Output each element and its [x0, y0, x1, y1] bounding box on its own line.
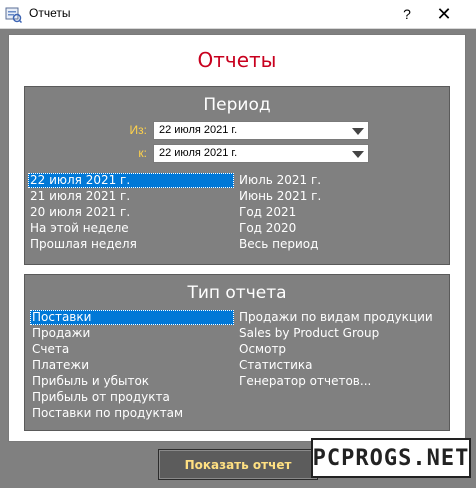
- window-title: Отчеты: [29, 6, 71, 20]
- period-item[interactable]: Июнь 2021 г.: [237, 189, 443, 204]
- close-button[interactable]: ✕: [424, 2, 464, 26]
- report-type-item[interactable]: Поставки по продуктам: [30, 406, 234, 421]
- period-item[interactable]: Год 2021: [237, 205, 443, 220]
- to-date-value: 22 июля 2021 г.: [159, 147, 238, 159]
- period-item[interactable]: На этой неделе: [28, 221, 234, 236]
- report-type-item[interactable]: Прибыль и убыток: [30, 374, 234, 389]
- report-type-item[interactable]: Платежи: [30, 358, 234, 373]
- period-item[interactable]: 20 июля 2021 г.: [28, 205, 234, 220]
- report-type-item[interactable]: Продажи: [30, 326, 234, 341]
- to-label: к:: [138, 146, 147, 160]
- report-type-item[interactable]: Sales by Product Group: [237, 326, 443, 341]
- reports-main-area: Отчеты Период Из: 22 июля 2021 г. к: 22 …: [8, 34, 466, 442]
- report-type-item[interactable]: Поставки: [30, 310, 234, 325]
- chevron-down-icon[interactable]: [352, 151, 364, 158]
- chevron-down-icon[interactable]: [352, 128, 364, 135]
- from-label: Из:: [129, 123, 147, 137]
- period-title: Период: [203, 95, 271, 115]
- report-type-panel: Тип отчета Поставки Продажи Счета Платеж…: [24, 274, 450, 431]
- period-item[interactable]: Год 2020: [237, 221, 443, 236]
- period-item[interactable]: Весь период: [237, 237, 443, 252]
- page-title: Отчеты: [197, 48, 277, 72]
- report-type-item[interactable]: Прибыль от продукта: [30, 390, 234, 405]
- report-type-item[interactable]: Продажи по видам продукции: [237, 310, 443, 325]
- period-item[interactable]: Июль 2021 г.: [237, 173, 443, 188]
- help-button[interactable]: ?: [387, 2, 427, 26]
- reports-window: Отчеты ? ✕ Отчеты Период Из: 22 июля 202…: [0, 0, 476, 488]
- watermark-logo: PCPROGS.NET: [311, 438, 471, 478]
- from-date-value: 22 июля 2021 г.: [159, 124, 238, 136]
- close-icon: ✕: [436, 3, 452, 24]
- report-type-item[interactable]: Счета: [30, 342, 234, 357]
- report-type-item[interactable]: Генератор отчетов...: [237, 374, 443, 389]
- period-item[interactable]: 22 июля 2021 г.: [28, 173, 234, 188]
- period-panel: Период Из: 22 июля 2021 г. к: 22 июля 20…: [24, 86, 450, 265]
- to-date-combo[interactable]: 22 июля 2021 г.: [153, 144, 369, 163]
- period-item[interactable]: Прошлая неделя: [28, 237, 234, 252]
- from-date-combo[interactable]: 22 июля 2021 г.: [153, 121, 369, 140]
- title-bar: Отчеты ? ✕: [0, 0, 476, 29]
- report-type-item[interactable]: Статистика: [237, 358, 443, 373]
- report-app-icon: [4, 5, 23, 24]
- show-report-button[interactable]: Показать отчет: [158, 449, 318, 480]
- report-type-title: Тип отчета: [187, 283, 287, 303]
- period-item[interactable]: 21 июля 2021 г.: [28, 189, 234, 204]
- report-type-item[interactable]: Осмотр: [237, 342, 443, 357]
